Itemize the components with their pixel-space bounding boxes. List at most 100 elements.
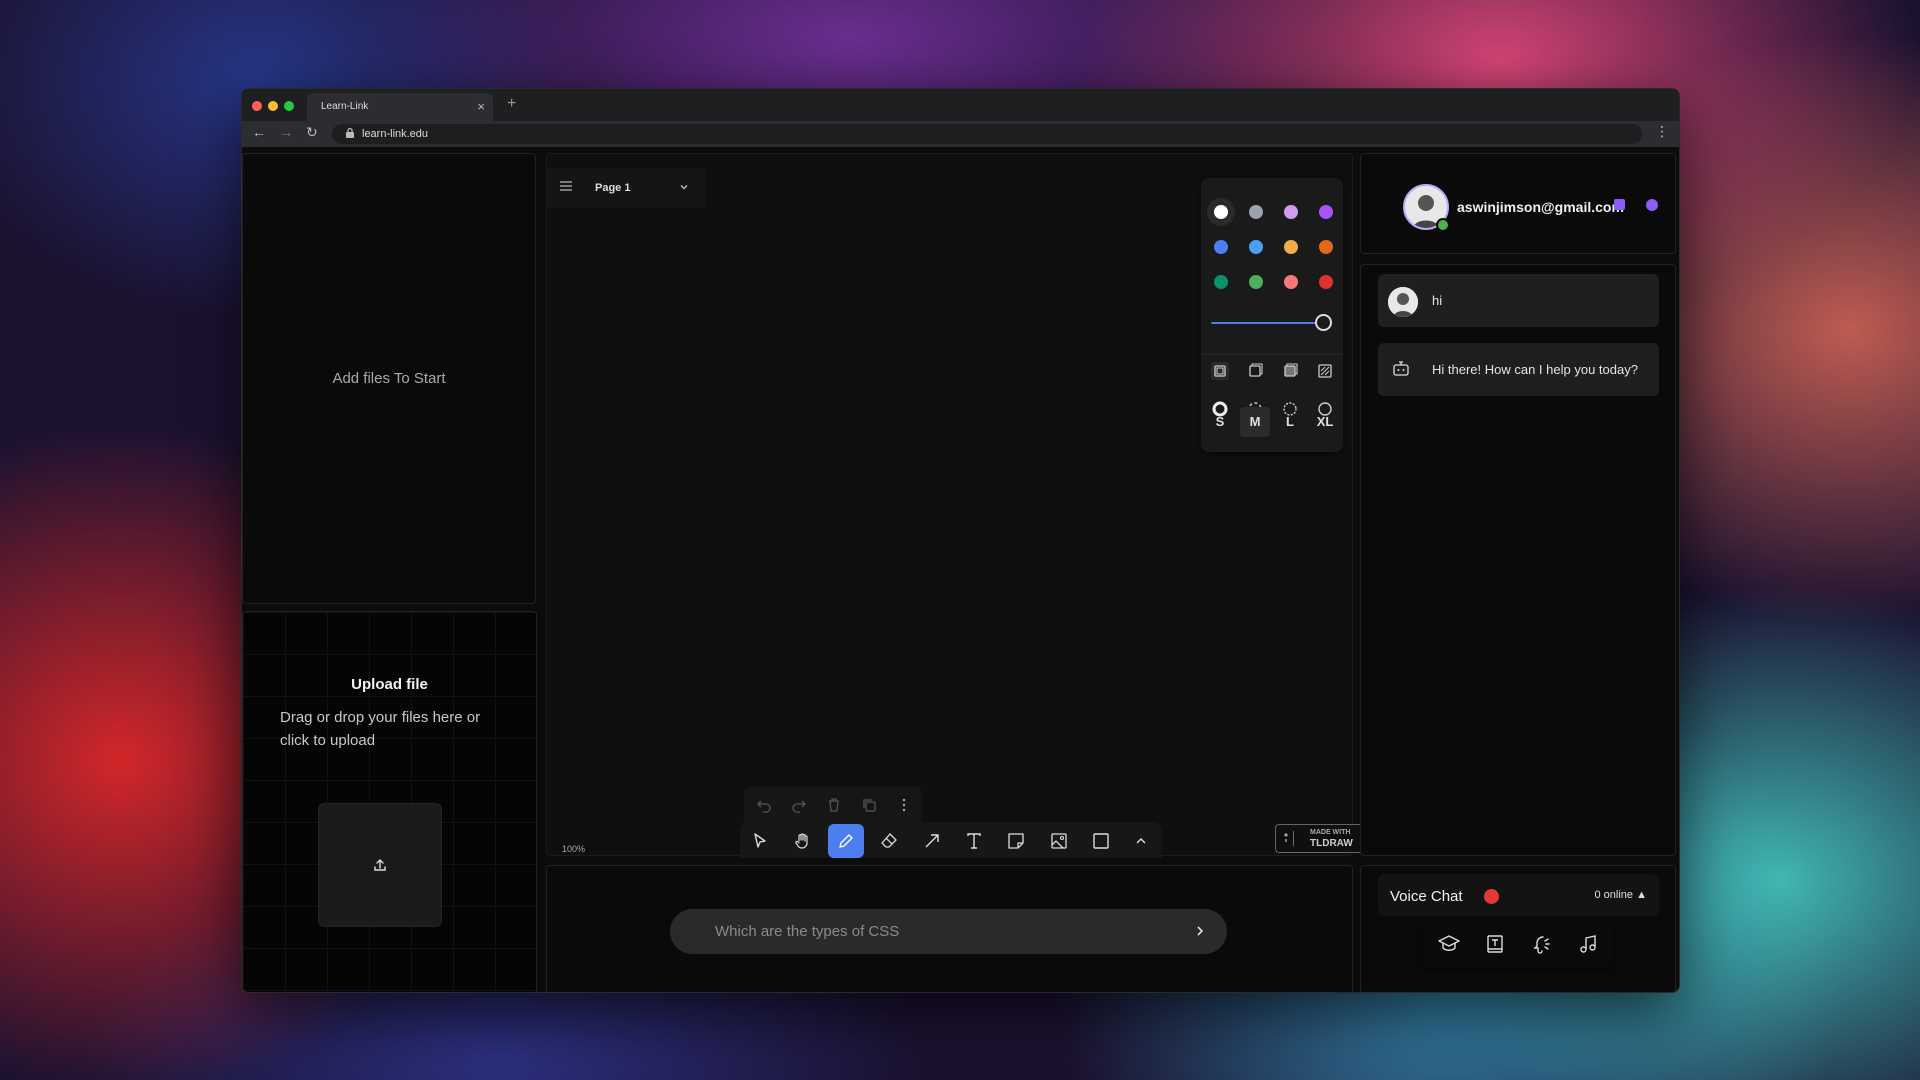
- page-label: Page 1: [595, 182, 631, 194]
- draw-icon: [839, 834, 853, 848]
- profile-panel: aswinjimson@gmail.com: [1360, 153, 1676, 254]
- minimize-window-button[interactable]: [268, 101, 278, 111]
- image-tool[interactable]: [1041, 824, 1077, 858]
- tab-close-icon[interactable]: ×: [477, 99, 485, 114]
- color-swatch[interactable]: [1249, 240, 1263, 254]
- lock-icon: [346, 127, 354, 138]
- voice-chat-panel: Voice Chat 0 online ▲: [1360, 865, 1676, 992]
- chevron-down-icon[interactable]: [678, 181, 690, 193]
- prompt-panel: [546, 865, 1353, 992]
- chevron-up-icon: [1136, 838, 1146, 844]
- style-panel: S M L XL: [1201, 178, 1343, 452]
- more-actions-icon[interactable]: [896, 797, 912, 813]
- voice-chat-header[interactable]: Voice Chat 0 online ▲: [1378, 874, 1659, 916]
- pattern-fill-icon[interactable]: [1316, 362, 1334, 380]
- draw-tool[interactable]: [828, 824, 864, 858]
- hamburger-icon[interactable]: [559, 180, 573, 192]
- note-tool[interactable]: [998, 824, 1034, 858]
- back-icon[interactable]: ←: [252, 124, 266, 140]
- size-button-s[interactable]: S: [1205, 407, 1235, 437]
- upload-description: Drag or drop your files here or click to…: [280, 709, 481, 749]
- color-swatch[interactable]: [1249, 275, 1263, 289]
- eraser-tool[interactable]: [871, 824, 907, 858]
- drawing-toolbar: [740, 822, 1162, 858]
- tab-title: Learn-Link: [321, 101, 369, 112]
- chat-message-text: Hi there! How can I help you today?: [1432, 362, 1638, 377]
- zoom-level[interactable]: 100%: [562, 844, 585, 854]
- color-swatch[interactable]: [1214, 275, 1228, 289]
- tldraw-logo-icon: [1282, 831, 1294, 846]
- user-avatar-icon: [1388, 287, 1418, 317]
- color-swatch[interactable]: [1319, 205, 1333, 219]
- color-swatch[interactable]: [1319, 240, 1333, 254]
- redo-icon[interactable]: [791, 797, 807, 813]
- tldraw-badge[interactable]: MADE WITH TLDRAW: [1275, 824, 1369, 853]
- browser-window: Learn-Link × + ← → ↻ learn-link.edu ⋮ Ad…: [241, 88, 1680, 993]
- color-swatch[interactable]: [1214, 205, 1228, 219]
- select-icon: [754, 833, 766, 848]
- reload-icon[interactable]: ↻: [306, 124, 318, 141]
- color-swatch[interactable]: [1249, 205, 1263, 219]
- browser-menu-icon[interactable]: ⋮: [1655, 123, 1669, 140]
- send-icon[interactable]: [1192, 923, 1208, 939]
- color-swatch[interactable]: [1214, 240, 1228, 254]
- arrow-icon: [925, 834, 939, 848]
- book-icon[interactable]: [1485, 934, 1505, 954]
- size-button-m[interactable]: M: [1240, 407, 1270, 437]
- rectangle-icon: [1093, 833, 1109, 849]
- speech-icon[interactable]: [1531, 934, 1551, 954]
- prompt-field[interactable]: [670, 909, 1227, 954]
- graduation-cap-icon[interactable]: [1438, 934, 1460, 954]
- close-window-button[interactable]: [252, 101, 262, 111]
- eraser-icon: [881, 833, 897, 848]
- size-button-xl[interactable]: XL: [1310, 407, 1340, 437]
- avatar: [1388, 287, 1418, 317]
- size-button-l[interactable]: L: [1275, 407, 1305, 437]
- arrow-tool[interactable]: [914, 824, 950, 858]
- online-count[interactable]: 0 online ▲: [1595, 889, 1648, 901]
- record-indicator-icon[interactable]: [1484, 889, 1499, 904]
- chat-message-text: hi: [1432, 293, 1443, 308]
- voice-chat-title: Voice Chat: [1390, 888, 1463, 905]
- semi-fill-icon[interactable]: [1246, 362, 1264, 380]
- chat-message-bot: Hi there! How can I help you today?: [1378, 343, 1659, 396]
- opacity-slider-track[interactable]: [1211, 322, 1321, 324]
- new-tab-icon[interactable]: +: [507, 95, 516, 113]
- tldraw-brand: TLDRAW: [1310, 838, 1353, 849]
- whiteboard-canvas[interactable]: Page 1 S M L XL 100% MADE WITH TLDRAW: [546, 153, 1369, 858]
- page-menu[interactable]: Page 1: [547, 168, 706, 208]
- online-status-dot: [1436, 218, 1450, 232]
- chat-panel: hi Hi there! How can I help you today?: [1360, 264, 1676, 856]
- music-icon[interactable]: [1578, 934, 1598, 954]
- upload-panel[interactable]: Upload file Drag or drop your files here…: [242, 611, 537, 992]
- rectangle-tool[interactable]: [1083, 824, 1119, 858]
- undo-icon[interactable]: [756, 797, 772, 813]
- select-tool[interactable]: [742, 824, 778, 858]
- url-field[interactable]: learn-link.edu: [332, 124, 1642, 144]
- browser-tab[interactable]: Learn-Link ×: [307, 93, 493, 121]
- maximize-window-button[interactable]: [284, 101, 294, 111]
- url-text: learn-link.edu: [362, 128, 429, 140]
- text-tool[interactable]: [956, 824, 992, 858]
- color-swatch[interactable]: [1284, 205, 1298, 219]
- tab-bar: Learn-Link × +: [242, 89, 1679, 121]
- upload-title: Upload file: [351, 676, 428, 693]
- more-tools-button[interactable]: [1123, 824, 1159, 858]
- prompt-input[interactable]: [690, 909, 1170, 954]
- upload-icon: [374, 859, 386, 871]
- account-badge: [1614, 199, 1625, 210]
- upload-button[interactable]: [318, 803, 442, 927]
- address-bar: ← → ↻ learn-link.edu ⋮: [242, 121, 1679, 147]
- color-swatch[interactable]: [1284, 275, 1298, 289]
- solid-fill-icon[interactable]: [1281, 362, 1299, 380]
- forward-icon[interactable]: →: [279, 124, 293, 140]
- trash-icon[interactable]: [826, 797, 842, 813]
- color-swatch[interactable]: [1319, 275, 1333, 289]
- hand-tool[interactable]: [785, 824, 821, 858]
- opacity-slider-thumb[interactable]: [1315, 314, 1332, 331]
- chat-message-user: hi: [1378, 274, 1659, 327]
- color-swatch[interactable]: [1284, 240, 1298, 254]
- empty-files-message: Add files To Start: [332, 370, 446, 387]
- duplicate-icon[interactable]: [861, 797, 877, 813]
- none-fill-icon[interactable]: [1211, 362, 1229, 380]
